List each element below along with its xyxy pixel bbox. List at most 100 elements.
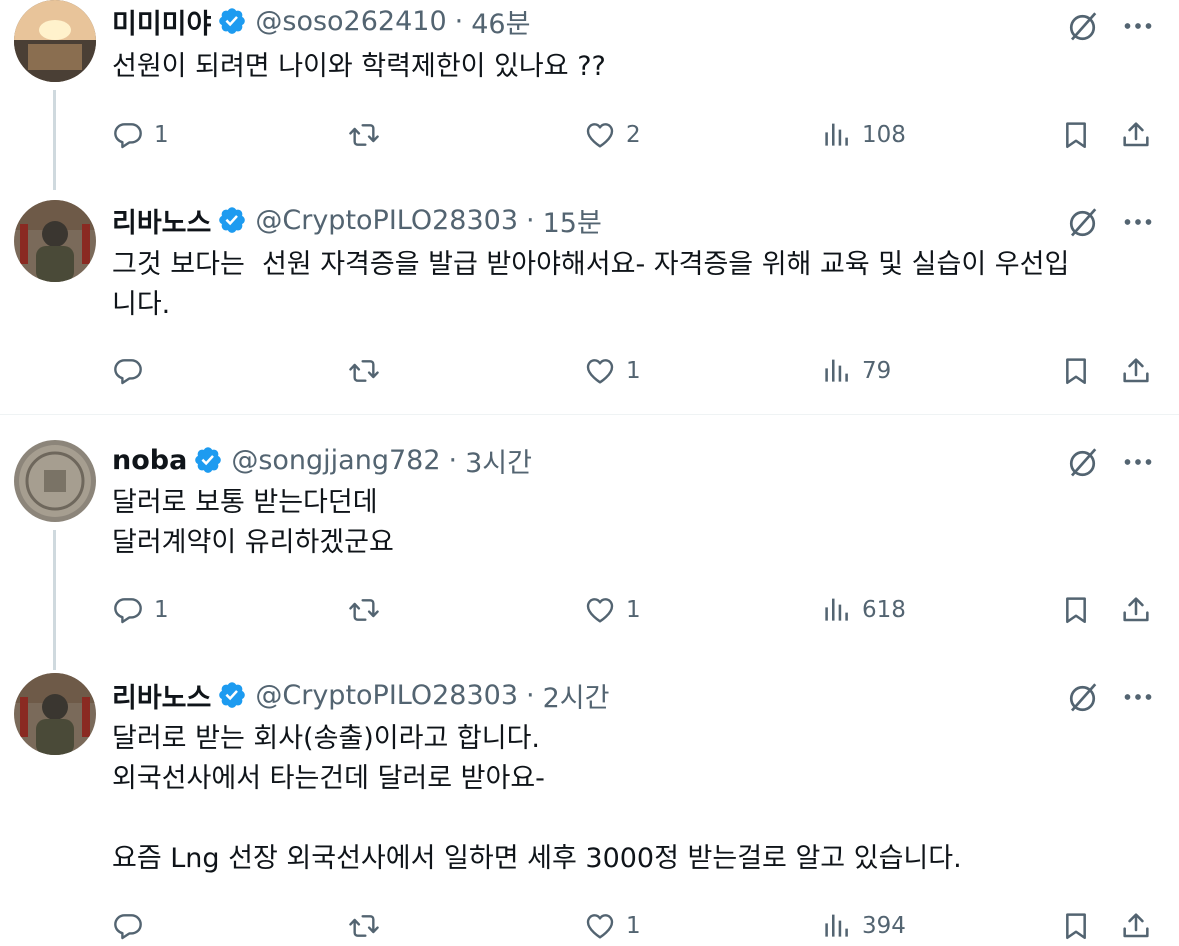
retweet-button[interactable]: [348, 351, 390, 391]
tweet-text: 그것 보다는 선원 자격증을 발급 받아야해서요- 자격증을 위해 교육 및 실…: [112, 249, 1070, 320]
bookmark-icon: [1060, 910, 1092, 942]
like-button[interactable]: 1: [584, 590, 641, 630]
verified-badge-icon: [217, 6, 247, 36]
timestamp[interactable]: 2시간: [543, 676, 610, 715]
avatar[interactable]: [14, 0, 96, 82]
retweet-icon: [348, 594, 380, 626]
avatar-image: [14, 200, 96, 282]
reply-button[interactable]: 1: [112, 115, 169, 155]
verified-badge-icon: [217, 205, 247, 235]
more-icon[interactable]: [1120, 8, 1156, 44]
reply-icon: [112, 119, 144, 151]
like-icon: [584, 594, 616, 626]
separator: ·: [448, 444, 458, 476]
like-button[interactable]: 2: [584, 115, 641, 155]
grok-icon[interactable]: [1066, 204, 1102, 240]
share-icon: [1120, 910, 1152, 942]
display-name[interactable]: noba: [112, 445, 187, 476]
handle[interactable]: @songjjang782: [231, 445, 440, 476]
more-icon[interactable]: [1120, 444, 1156, 480]
verified-badge-icon: [217, 680, 247, 710]
share-icon: [1120, 355, 1152, 387]
tweet-text: 선원이 되려면 나이와 학력제한이 있나요 ??: [112, 51, 606, 82]
tweet-text: 달러로 보통 받는다던데 달러계약이 유리하겠군요: [112, 487, 394, 558]
views-icon: [820, 119, 852, 151]
action-bar: 1 1 618: [112, 590, 1162, 630]
avatar[interactable]: [14, 200, 96, 282]
grok-icon[interactable]: [1066, 679, 1102, 715]
views-icon: [820, 910, 852, 942]
retweet-button[interactable]: [348, 590, 390, 630]
like-count: 1: [626, 913, 641, 939]
bookmark-button[interactable]: [1060, 590, 1092, 630]
timestamp[interactable]: 3시간: [465, 441, 532, 480]
share-button[interactable]: [1120, 351, 1152, 391]
share-button[interactable]: [1120, 115, 1152, 155]
bookmark-button[interactable]: [1060, 906, 1092, 946]
bookmark-button[interactable]: [1060, 115, 1092, 155]
reply-count: 1: [154, 597, 169, 623]
more-icon[interactable]: [1120, 679, 1156, 715]
action-bar: 1 2 108: [112, 115, 1162, 155]
bookmark-icon: [1060, 594, 1092, 626]
view-count: 79: [862, 358, 892, 384]
tweet[interactable]: noba @songjjang782 · 3시간 달러로 보통 받는다던데 달러…: [0, 415, 1179, 670]
thread-line: [53, 90, 56, 190]
tweet[interactable]: 리바노스 @CryptoPILO28303 · 2시간 달러로 받는 회사(송출…: [0, 663, 1179, 939]
like-count: 1: [626, 358, 641, 384]
avatar[interactable]: [14, 673, 96, 755]
handle[interactable]: @CryptoPILO28303: [255, 205, 518, 236]
views-button[interactable]: 618: [820, 590, 906, 630]
separator: ·: [454, 5, 464, 37]
thread-line: [53, 530, 56, 670]
views-button[interactable]: 108: [820, 115, 906, 155]
reply-icon: [112, 355, 144, 387]
like-icon: [584, 355, 616, 387]
display-name[interactable]: 미미미야: [112, 2, 211, 41]
retweet-button[interactable]: [348, 906, 390, 946]
tweet-header: 리바노스 @CryptoPILO28303 · 15분: [112, 200, 602, 240]
bookmark-button[interactable]: [1060, 351, 1092, 391]
tweet-header: noba @songjjang782 · 3시간: [112, 440, 532, 480]
reply-button[interactable]: [112, 906, 154, 946]
avatar-image: [14, 0, 96, 82]
views-button[interactable]: 79: [820, 351, 891, 391]
like-icon: [584, 119, 616, 151]
bookmark-icon: [1060, 355, 1092, 387]
display-name[interactable]: 리바노스: [112, 676, 211, 715]
tweet-text: 달러로 받는 회사(송출)이라고 합니다. 외국선사에서 타는건데 달러로 받아…: [112, 723, 962, 874]
reply-icon: [112, 910, 144, 942]
display-name[interactable]: 리바노스: [112, 201, 211, 240]
timestamp[interactable]: 46분: [471, 2, 530, 41]
views-icon: [820, 594, 852, 626]
grok-icon[interactable]: [1066, 444, 1102, 480]
action-bar: 1 394: [112, 906, 1162, 946]
view-count: 618: [862, 597, 906, 623]
like-icon: [584, 910, 616, 942]
tweet[interactable]: 리바노스 @CryptoPILO28303 · 15분 그것 보다는 선원 자격…: [0, 190, 1179, 414]
avatar-image: [14, 440, 96, 522]
avatar[interactable]: [14, 440, 96, 522]
view-count: 108: [862, 122, 906, 148]
more-icon[interactable]: [1120, 204, 1156, 240]
reply-button[interactable]: 1: [112, 590, 169, 630]
tweet-header: 리바노스 @CryptoPILO28303 · 2시간: [112, 675, 609, 715]
tweet[interactable]: 미미미야 @soso262410 · 46분 선원이 되려면 나이와 학력제한이…: [0, 0, 1179, 190]
retweet-icon: [348, 119, 380, 151]
separator: ·: [526, 204, 535, 236]
handle[interactable]: @soso262410: [255, 6, 446, 37]
like-button[interactable]: 1: [584, 351, 641, 391]
grok-icon[interactable]: [1066, 8, 1102, 44]
views-button[interactable]: 394: [820, 906, 906, 946]
handle[interactable]: @CryptoPILO28303: [255, 680, 518, 711]
share-button[interactable]: [1120, 590, 1152, 630]
retweet-button[interactable]: [348, 115, 390, 155]
timestamp[interactable]: 15분: [543, 201, 602, 240]
tweet-header: 미미미야 @soso262410 · 46분: [112, 1, 530, 41]
reply-button[interactable]: [112, 351, 154, 391]
share-button[interactable]: [1120, 906, 1152, 946]
separator: ·: [526, 679, 535, 711]
like-button[interactable]: 1: [584, 906, 641, 946]
like-count: 2: [626, 122, 641, 148]
avatar-image: [14, 673, 96, 755]
